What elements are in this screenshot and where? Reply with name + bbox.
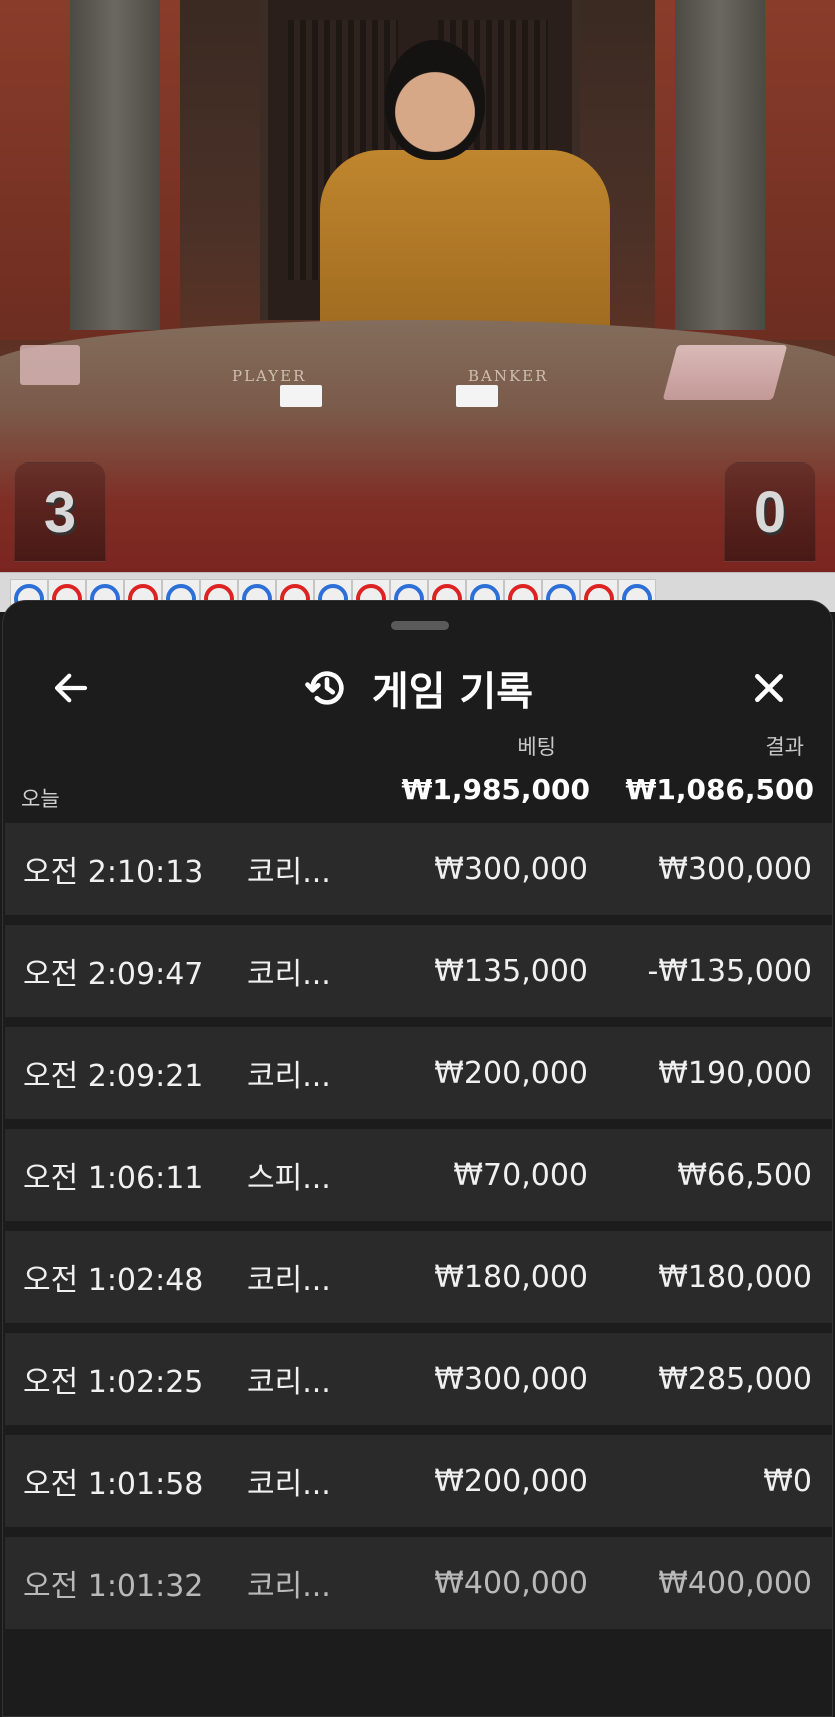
- history-row[interactable]: 오전 2:10:13 코리... ₩300,000 ₩300,000: [5, 823, 832, 915]
- close-button[interactable]: [741, 660, 797, 716]
- game-history-sheet: 게임 기록 베팅 결과 오늘 ₩1,985,000 ₩1,086,500 오전 …: [2, 600, 833, 1717]
- row-bet: ₩180,000: [434, 1259, 588, 1295]
- dealer-head: [385, 40, 485, 160]
- player-card: [280, 385, 322, 407]
- card-shoe: [662, 345, 788, 400]
- row-result: ₩285,000: [658, 1361, 812, 1397]
- row-time: 오전 1:01:58: [23, 1467, 204, 1502]
- row-result: ₩66,500: [677, 1157, 812, 1193]
- pillar-left: [70, 0, 160, 330]
- row-game: 코리...: [247, 855, 331, 890]
- row-time: 오전 2:09:47: [23, 957, 204, 992]
- row-time: 오전 2:09:21: [23, 1059, 204, 1094]
- banker-score: 0: [724, 462, 816, 562]
- history-row[interactable]: 오전 2:09:21 코리... ₩200,000 ₩190,000: [5, 1027, 832, 1119]
- history-row[interactable]: 오전 2:09:47 코리... ₩135,000 -₩135,000: [5, 925, 832, 1017]
- column-header-bet: 베팅: [517, 735, 556, 759]
- row-result: -₩135,000: [647, 953, 812, 989]
- sheet-grabber[interactable]: [391, 621, 449, 630]
- table-banker-label: BANKER: [468, 367, 549, 385]
- row-bet: ₩70,000: [453, 1157, 588, 1193]
- bet-total: ₩1,985,000: [401, 773, 590, 806]
- sheet-header: 게임 기록: [3, 646, 834, 732]
- row-game: 코리...: [247, 1569, 331, 1604]
- close-icon: [755, 674, 783, 702]
- row-result: ₩0: [763, 1463, 812, 1499]
- row-time: 오전 1:02:48: [23, 1263, 204, 1298]
- row-result: ₩190,000: [658, 1055, 812, 1091]
- dealer-body: [320, 150, 610, 340]
- history-row[interactable]: 오전 1:01:32 코리... ₩400,000 ₩400,000: [5, 1537, 832, 1629]
- history-row[interactable]: 오전 1:06:11 스피... ₩70,000 ₩66,500: [5, 1129, 832, 1221]
- row-game: 코리...: [247, 1467, 331, 1502]
- table-player-label: PLAYER: [232, 367, 307, 385]
- sheet-title-group: 게임 기록: [3, 660, 834, 716]
- row-game: 코리...: [247, 1365, 331, 1400]
- summary-row: 베팅 결과 오늘 ₩1,985,000 ₩1,086,500: [3, 731, 834, 826]
- row-bet: ₩300,000: [434, 1361, 588, 1397]
- row-bet: ₩400,000: [434, 1565, 588, 1601]
- banker-card: [456, 385, 498, 407]
- history-icon: [305, 671, 344, 705]
- page-title: 게임 기록: [371, 669, 534, 715]
- row-time: 오전 1:06:11: [23, 1161, 204, 1196]
- row-game: 코리...: [247, 1263, 331, 1298]
- history-list: 오전 2:10:13 코리... ₩300,000 ₩300,000 오전 2:09:4…: [3, 823, 834, 1639]
- column-header-result: 결과: [765, 735, 804, 759]
- row-time: 오전 2:10:13: [23, 855, 204, 890]
- row-game: 코리...: [247, 1059, 331, 1094]
- history-row[interactable]: 오전 1:02:48 코리... ₩180,000 ₩180,000: [5, 1231, 832, 1323]
- row-bet: ₩300,000: [434, 851, 588, 887]
- live-video: PLAYER BANKER 3 0: [0, 0, 835, 572]
- row-result: ₩300,000: [658, 851, 812, 887]
- row-result: ₩180,000: [658, 1259, 812, 1295]
- result-total: ₩1,086,500: [625, 773, 814, 806]
- row-time: 오전 1:02:25: [23, 1365, 204, 1400]
- row-bet: ₩200,000: [434, 1055, 588, 1091]
- row-result: ₩400,000: [658, 1565, 812, 1601]
- discard-tray: [20, 345, 80, 385]
- summary-label-today: 오늘: [21, 787, 60, 811]
- row-game: 스피...: [247, 1161, 331, 1196]
- history-row[interactable]: 오전 1:01:58 코리... ₩200,000 ₩0: [5, 1435, 832, 1527]
- history-row[interactable]: 오전 1:02:25 코리... ₩300,000 ₩285,000: [5, 1333, 832, 1425]
- player-score: 3: [14, 462, 106, 562]
- row-bet: ₩135,000: [434, 953, 588, 989]
- row-time: 오전 1:01:32: [23, 1569, 204, 1604]
- row-game: 코리...: [247, 957, 331, 992]
- pillar-right: [675, 0, 765, 330]
- row-bet: ₩200,000: [434, 1463, 588, 1499]
